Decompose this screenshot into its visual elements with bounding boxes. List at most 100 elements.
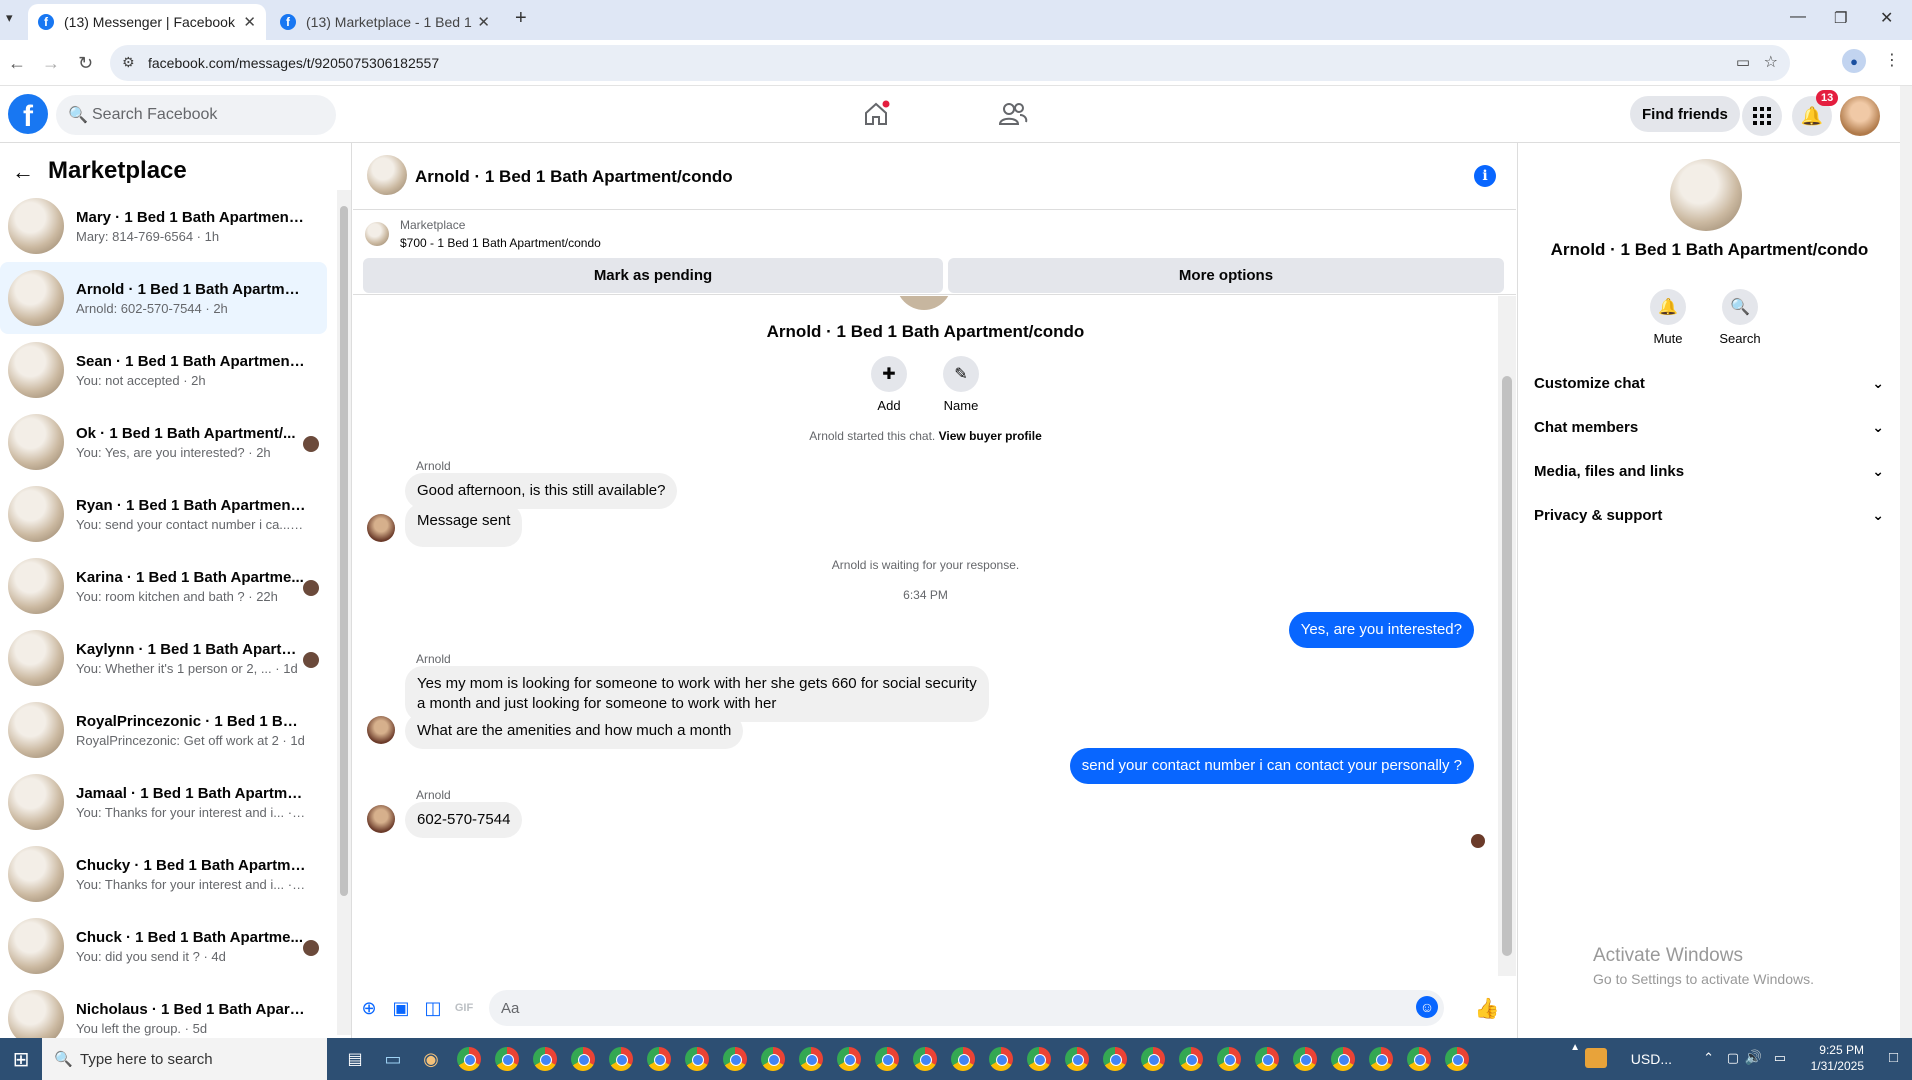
chrome-taskbar-icon[interactable] [1362, 1038, 1400, 1080]
new-tab-button[interactable]: + [515, 7, 527, 30]
restore-button[interactable]: ❐ [1834, 9, 1847, 27]
taskbar-search-input[interactable]: 🔍 Type here to search [42, 1038, 327, 1080]
chrome-taskbar-icon[interactable] [754, 1038, 792, 1080]
facebook-search-input[interactable]: 🔍 Search Facebook [56, 95, 336, 135]
incoming-message[interactable]: What are the amenities and how much a mo… [405, 713, 744, 749]
chat-details-avatar[interactable] [1670, 159, 1742, 231]
task-view-icon[interactable]: ▤ [336, 1038, 374, 1080]
back-arrow-icon[interactable]: ← [12, 159, 34, 185]
chrome-taskbar-icon[interactable] [792, 1038, 830, 1080]
section-privacy-support[interactable]: Privacy & support ⌄ [1534, 507, 1884, 524]
info-icon[interactable]: i [1474, 165, 1496, 187]
chat-list-scrollbar[interactable] [337, 190, 351, 1035]
chrome-taskbar-icon[interactable] [450, 1038, 488, 1080]
chrome-taskbar-icon[interactable] [1134, 1038, 1172, 1080]
menu-grid-button[interactable] [1742, 96, 1782, 136]
incoming-message[interactable]: 602-570-7544 [405, 802, 523, 838]
scrollbar-thumb[interactable] [1502, 376, 1512, 956]
chrome-taskbar-icon[interactable] [830, 1038, 868, 1080]
chrome-taskbar-icon[interactable] [526, 1038, 564, 1080]
sender-avatar[interactable] [367, 805, 395, 833]
more-options-button[interactable]: More options [948, 258, 1504, 293]
sender-avatar[interactable] [367, 514, 395, 542]
message-input[interactable]: Aa ☺ [489, 990, 1444, 1026]
chrome-taskbar-icon[interactable] [564, 1038, 602, 1080]
photo-icon[interactable]: ▣ [391, 998, 411, 1018]
minimize-button[interactable]: — [1790, 8, 1806, 26]
conversation-item[interactable]: Karina · 1 Bed 1 Bath Apartme... You: roo… [0, 550, 327, 622]
search-in-chat-button[interactable]: 🔍 Search [1710, 289, 1770, 346]
chrome-taskbar-icon[interactable] [944, 1038, 982, 1080]
chrome-taskbar-icon[interactable] [1058, 1038, 1096, 1080]
conversation-item[interactable]: Arnold · 1 Bed 1 Bath Apartment... Arnold… [0, 262, 327, 334]
chrome-taskbar-icon[interactable] [1172, 1038, 1210, 1080]
profile-icon[interactable]: ● [1842, 49, 1866, 73]
section-customize-chat[interactable]: Customize chat ⌄ [1534, 375, 1884, 392]
conversation-item[interactable]: Kaylynn · 1 Bed 1 Bath Apartm... You: Whe… [0, 622, 327, 694]
mute-button[interactable]: 🔔 Mute [1638, 289, 1698, 346]
network-icon[interactable]: ▢ [1727, 1050, 1739, 1066]
clock[interactable]: 9:25 PM 1/31/2025 [1811, 1042, 1864, 1074]
conversation-item[interactable]: Chucky · 1 Bed 1 Bath Apartmen... You: Th… [0, 838, 327, 910]
chrome-taskbar-icon[interactable] [906, 1038, 944, 1080]
reload-icon[interactable]: ↻ [78, 53, 93, 74]
chrome-taskbar-icon[interactable] [1096, 1038, 1134, 1080]
mark-as-pending-button[interactable]: Mark as pending [363, 258, 943, 293]
chrome-taskbar-icon[interactable] [1248, 1038, 1286, 1080]
chat-avatar[interactable] [367, 155, 407, 195]
currency-widget[interactable]: USD... [1631, 1051, 1672, 1067]
conversation-item[interactable]: RoyalPrincezonic · 1 Bed 1 Bath ... Royal… [0, 694, 327, 766]
chrome-taskbar-icon[interactable] [602, 1038, 640, 1080]
battery-icon[interactable]: ▭ [1774, 1050, 1786, 1066]
close-window-button[interactable]: ✕ [1880, 8, 1893, 28]
close-icon[interactable]: ✕ [243, 13, 256, 31]
plus-circle-icon[interactable]: ⊕ [359, 998, 379, 1018]
chrome-taskbar-icon[interactable] [488, 1038, 526, 1080]
notepad-icon[interactable]: ▭ [374, 1038, 412, 1080]
emoji-icon[interactable]: ☺ [1416, 996, 1438, 1018]
chrome-taskbar-icon[interactable] [1438, 1038, 1476, 1080]
install-app-icon[interactable]: ▭ [1736, 53, 1750, 71]
tray-chevron-icon[interactable]: ⌃ [1703, 1050, 1714, 1066]
scrollbar-thumb[interactable] [340, 206, 348, 896]
address-bar[interactable]: ⚙ facebook.com/messages/t/92050753061825… [110, 45, 1790, 81]
close-icon[interactable]: ✕ [477, 13, 490, 31]
section-media-files-links[interactable]: Media, files and links ⌄ [1534, 463, 1884, 480]
gif-icon[interactable]: GIF [453, 998, 475, 1018]
tab-search-chevron-icon[interactable]: ▾ [6, 10, 13, 26]
chrome-taskbar-icon[interactable] [1020, 1038, 1058, 1080]
chrome-taskbar-icon[interactable] [1400, 1038, 1438, 1080]
currency-widget-icon[interactable] [1585, 1048, 1607, 1068]
forward-icon[interactable]: → [42, 53, 60, 74]
volume-icon[interactable]: 🔊 [1745, 1049, 1762, 1066]
conversation-item[interactable]: Sean · 1 Bed 1 Bath Apartment/c... You: n… [0, 334, 327, 406]
thread-scrollbar[interactable] [1498, 296, 1516, 976]
chrome-taskbar-icon[interactable] [982, 1038, 1020, 1080]
tab-messenger[interactable]: f (13) Messenger | Facebook ✕ [28, 4, 266, 40]
facebook-logo[interactable]: f [8, 94, 48, 134]
view-buyer-profile-link[interactable]: View buyer profile [939, 429, 1042, 443]
sender-avatar[interactable] [367, 716, 395, 744]
like-thumb-icon[interactable]: 👍 [1475, 998, 1500, 1020]
account-avatar[interactable] [1840, 96, 1880, 136]
chrome-taskbar-icon[interactable] [1210, 1038, 1248, 1080]
sticker-icon[interactable]: ◫ [423, 998, 443, 1018]
listing-title[interactable]: $700 - 1 Bed 1 Bath Apartment/condo [400, 236, 601, 250]
chrome-taskbar-icon[interactable] [868, 1038, 906, 1080]
page-scrollbar[interactable] [1900, 86, 1912, 1038]
friends-nav-button[interactable] [998, 100, 1028, 128]
incoming-message[interactable]: Message sent [405, 503, 523, 547]
scroll-up-icon[interactable]: ▲ [1570, 1042, 1580, 1053]
chat-title[interactable]: Arnold · 1 Bed 1 Bath Apartment/condo [415, 167, 733, 187]
browser-menu-icon[interactable]: ⋮ [1884, 50, 1900, 70]
add-member-button[interactable]: ✚ Add [859, 356, 919, 413]
chrome-taskbar-icon[interactable] [1324, 1038, 1362, 1080]
windows-start-icon[interactable]: ⊞ [0, 1038, 42, 1080]
chrome-taskbar-icon[interactable] [640, 1038, 678, 1080]
edit-name-button[interactable]: ✎ Name [931, 356, 991, 413]
chrome-taskbar-icon[interactable] [678, 1038, 716, 1080]
conversation-item[interactable]: Jamaal · 1 Bed 1 Bath Apartment... You: T… [0, 766, 327, 838]
conversation-item[interactable]: Chuck · 1 Bed 1 Bath Apartme... You: did … [0, 910, 327, 982]
conversation-item[interactable]: Mary · 1 Bed 1 Bath Apartment/... Mary: 8… [0, 190, 327, 262]
notification-center-icon[interactable]: □ [1889, 1049, 1898, 1066]
